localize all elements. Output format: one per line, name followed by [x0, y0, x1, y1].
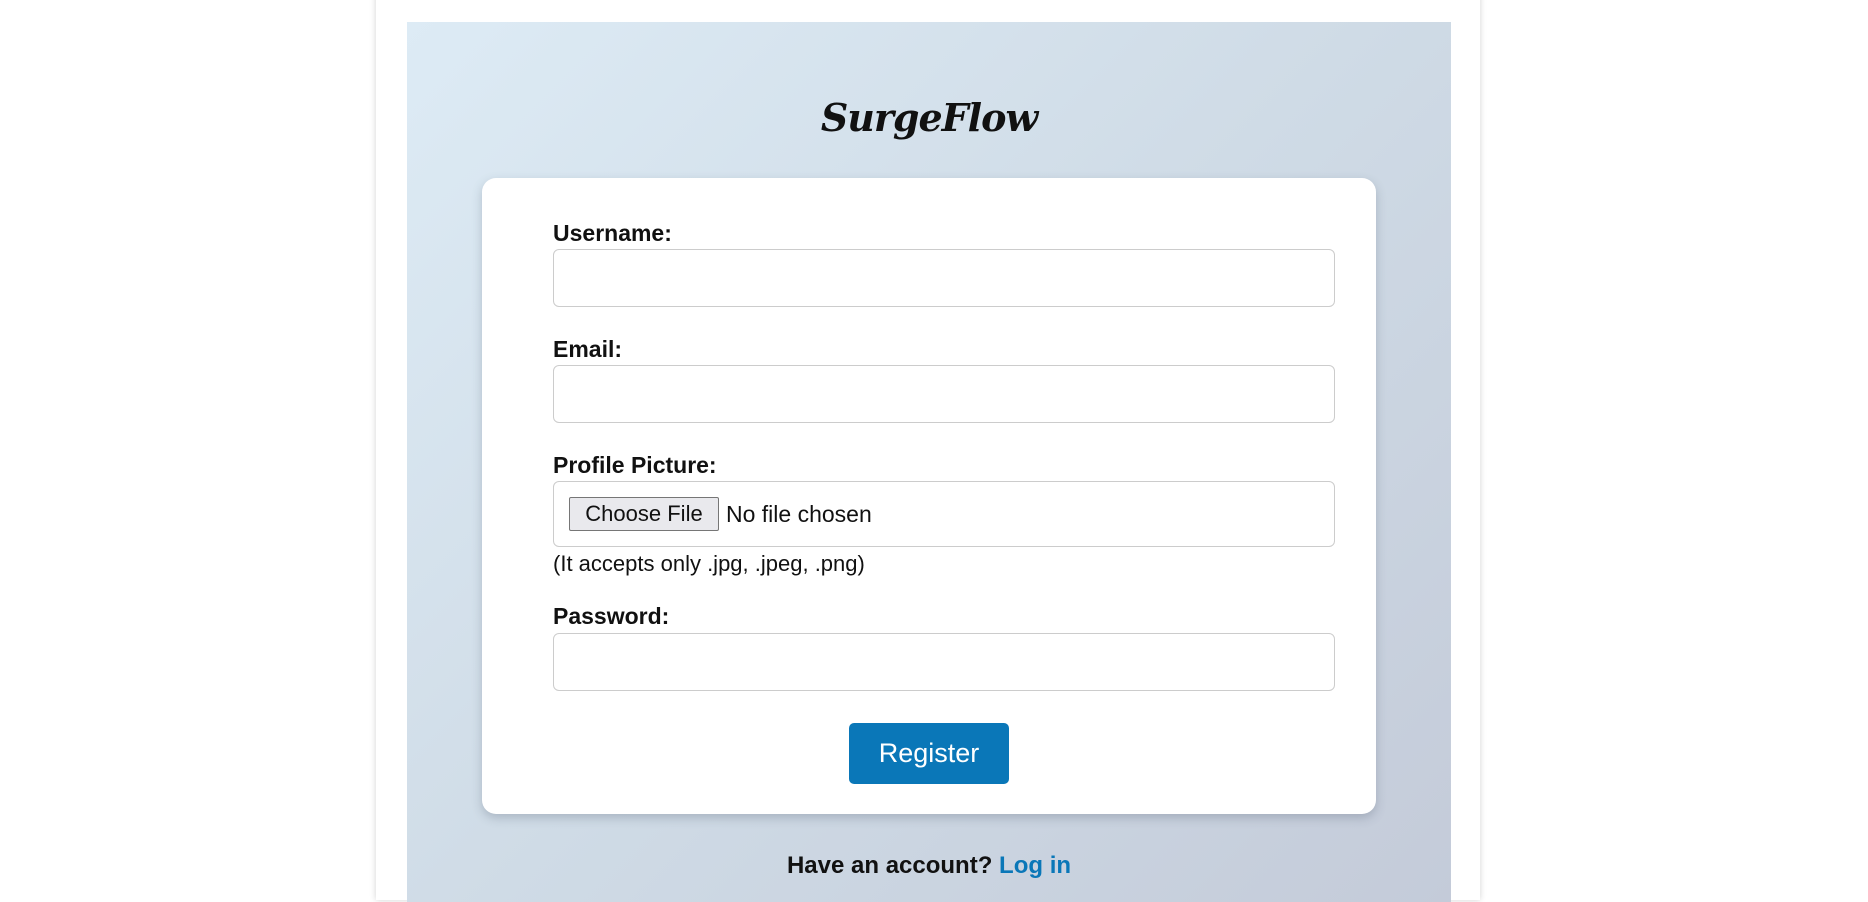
choose-file-button[interactable]: Choose File: [569, 497, 719, 531]
file-type-hint: (It accepts only .jpg, .jpeg, .png): [553, 551, 865, 576]
profile-picture-input[interactable]: Choose File No file chosen: [553, 481, 1335, 547]
profile-picture-label: Profile Picture:: [553, 452, 717, 478]
password-input[interactable]: [553, 633, 1335, 691]
login-prompt: Have an account? Log in: [407, 852, 1451, 880]
register-button[interactable]: Register: [849, 723, 1009, 784]
hero-section: SurgeFlow Username: Email: Profile Pictu…: [407, 22, 1451, 902]
email-input[interactable]: [553, 365, 1335, 423]
file-status-text: No file chosen: [726, 501, 872, 527]
login-prompt-text: Have an account?: [786, 852, 993, 879]
register-form-card: Username: Email: Profile Picture: Choose…: [482, 178, 1376, 814]
username-label: Username:: [553, 220, 672, 246]
username-input[interactable]: [553, 249, 1335, 307]
email-label: Email:: [553, 336, 623, 362]
password-label: Password:: [553, 603, 670, 629]
brand-logo: SurgeFlow: [820, 95, 1038, 140]
login-link[interactable]: Log in: [999, 852, 1071, 879]
